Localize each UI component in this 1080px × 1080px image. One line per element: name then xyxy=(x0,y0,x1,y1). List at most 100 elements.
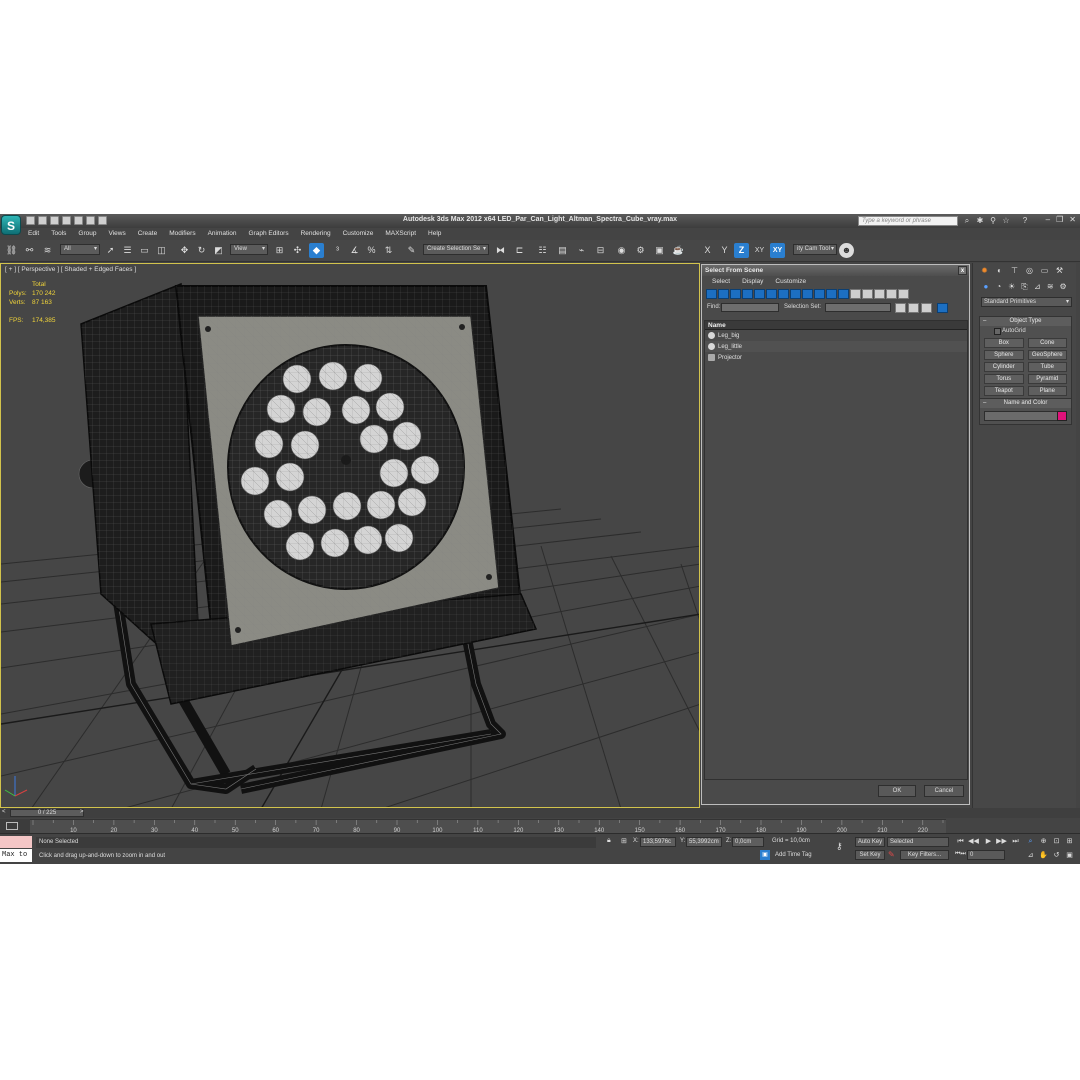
field-of-view-icon[interactable]: ⊿ xyxy=(1025,851,1036,861)
material-editor-icon[interactable]: ◉ xyxy=(614,243,629,258)
auto-key-button[interactable]: Auto Key xyxy=(855,837,885,847)
systems-category-icon[interactable]: ⚙ xyxy=(1058,281,1068,292)
select-all-icon[interactable] xyxy=(850,289,861,299)
list-item[interactable]: Projector xyxy=(705,352,967,363)
filter-options-icon[interactable] xyxy=(898,289,909,299)
sync-selection-icon[interactable] xyxy=(937,303,948,313)
window-crossing-icon[interactable]: ◫ xyxy=(154,243,169,258)
find-input[interactable] xyxy=(721,303,779,312)
time-slider-prev-icon[interactable]: < xyxy=(2,809,6,815)
current-frame-field[interactable]: 0 xyxy=(967,850,1005,860)
modify-tab-icon[interactable]: ◐ xyxy=(994,265,1005,276)
sphere-button[interactable]: Sphere xyxy=(984,350,1024,360)
select-none-icon[interactable] xyxy=(862,289,873,299)
display-hidden-icon[interactable] xyxy=(838,289,849,299)
time-slider-next-icon[interactable]: > xyxy=(80,809,84,815)
selection-set-options-icon[interactable] xyxy=(921,303,932,313)
next-frame-icon[interactable]: ▶▶ xyxy=(996,837,1007,847)
display-cameras-icon[interactable] xyxy=(742,289,753,299)
set-key-button[interactable]: Set Key xyxy=(855,850,885,860)
list-item[interactable]: Leg_little xyxy=(705,341,967,352)
snaps-toggle-icon[interactable]: ³ xyxy=(330,243,345,258)
link-icon[interactable]: ⛓ xyxy=(4,243,19,258)
teapot-button[interactable]: Teapot xyxy=(984,386,1024,396)
object-color-swatch[interactable] xyxy=(1057,411,1067,421)
select-invert-icon[interactable] xyxy=(874,289,885,299)
space-warps-category-icon[interactable]: ≋ xyxy=(1045,281,1055,292)
name-and-color-rollout-header[interactable]: Name and Color xyxy=(980,399,1071,408)
display-containers-icon[interactable] xyxy=(814,289,825,299)
menu-rendering[interactable]: Rendering xyxy=(295,228,337,240)
cam-tool-button[interactable]: ity Cam Tool xyxy=(793,244,837,255)
pivot-center-icon[interactable]: ⊞ xyxy=(272,243,287,258)
geosphere-button[interactable]: GeoSphere xyxy=(1027,350,1067,360)
previous-frame-icon[interactable]: ◀◀ xyxy=(968,837,979,847)
motion-tab-icon[interactable]: ◎ xyxy=(1024,265,1035,276)
display-xrefs-icon[interactable] xyxy=(790,289,801,299)
object-name-field[interactable] xyxy=(984,411,1067,421)
render-setup-icon[interactable]: ⚙ xyxy=(633,243,648,258)
dialog-menu-customize[interactable]: Customize xyxy=(775,276,806,287)
menu-graph-editors[interactable]: Graph Editors xyxy=(243,228,295,240)
menu-views[interactable]: Views xyxy=(102,228,131,240)
display-tab-icon[interactable]: ▭ xyxy=(1039,265,1050,276)
close-icon[interactable]: ✕ xyxy=(1069,215,1076,224)
box-button[interactable]: Box xyxy=(984,338,1024,348)
hierarchy-tab-icon[interactable]: ⊤ xyxy=(1009,265,1020,276)
dialog-menu-display[interactable]: Display xyxy=(742,276,763,287)
menu-create[interactable]: Create xyxy=(132,228,164,240)
binoculars-icon[interactable]: ⌕ xyxy=(962,216,972,226)
mini-curve-toggle[interactable] xyxy=(0,819,30,833)
ok-button[interactable]: OK xyxy=(878,785,916,797)
spinner-snap-icon[interactable]: ⇅ xyxy=(381,243,396,258)
zoom-extents-icon[interactable]: ⊡ xyxy=(1051,837,1062,847)
menu-maxscript[interactable]: MAXScript xyxy=(379,228,422,240)
dialog-close-button[interactable]: x xyxy=(958,266,967,275)
rotate-icon[interactable]: ↻ xyxy=(194,243,209,258)
edit-named-selection-icon[interactable]: ✎ xyxy=(404,243,419,258)
menu-animation[interactable]: Animation xyxy=(202,228,243,240)
cancel-button[interactable]: Cancel xyxy=(924,785,964,797)
menu-customize[interactable]: Customize xyxy=(337,228,380,240)
zoom-all-icon[interactable]: ⊕ xyxy=(1038,837,1049,847)
display-groups-icon[interactable] xyxy=(778,289,789,299)
angle-snap-icon[interactable]: ∡ xyxy=(347,243,362,258)
tube-button[interactable]: Tube xyxy=(1027,362,1067,372)
geometry-category-icon[interactable]: ● xyxy=(981,281,991,292)
object-type-rollout-header[interactable]: Object Type xyxy=(980,317,1071,326)
utilities-tab-icon[interactable]: ⚒ xyxy=(1054,265,1065,276)
mirror-icon[interactable]: ⧓ xyxy=(493,243,508,258)
list-header-name[interactable]: Name xyxy=(705,321,967,330)
pan-view-icon[interactable]: ✋ xyxy=(1038,851,1049,861)
dialog-title-bar[interactable]: Select From Scene x xyxy=(702,265,969,276)
axis-constraint-xy-active[interactable]: XY xyxy=(770,243,785,258)
favorites-star-icon[interactable]: ☆ xyxy=(1001,216,1011,226)
shapes-category-icon[interactable]: ◔ xyxy=(994,281,1004,292)
pyramid-button[interactable]: Pyramid xyxy=(1027,374,1067,384)
key-filter-pencil-icon[interactable]: ✎ xyxy=(888,850,895,859)
selection-set-add-icon[interactable] xyxy=(895,303,906,313)
orbit-icon[interactable]: ↺ xyxy=(1051,851,1062,861)
axis-constraint-y[interactable]: Y xyxy=(717,243,732,258)
vray-logo-icon[interactable]: ☻ xyxy=(839,243,854,258)
key-mode-toggle-icon[interactable]: ⏮⏭ xyxy=(955,851,966,858)
selection-set-remove-icon[interactable] xyxy=(908,303,919,313)
zoom-extents-all-icon[interactable]: ⊞ xyxy=(1064,837,1075,847)
bind-space-warp-icon[interactable]: ≋ xyxy=(40,243,55,258)
menu-modifiers[interactable]: Modifiers xyxy=(163,228,201,240)
lights-category-icon[interactable]: ☀ xyxy=(1007,281,1017,292)
menu-edit[interactable]: Edit xyxy=(22,228,45,240)
display-bones-icon[interactable] xyxy=(802,289,813,299)
display-helpers-icon[interactable] xyxy=(754,289,765,299)
render-production-icon[interactable]: ☕ xyxy=(671,243,686,258)
maxscript-mini-listener[interactable]: Max to xyxy=(0,849,32,862)
dialog-menu-select[interactable]: Select xyxy=(712,276,730,287)
key-icon[interactable]: ⚷ xyxy=(836,841,843,852)
cylinder-button[interactable]: Cylinder xyxy=(984,362,1024,372)
display-frozen-icon[interactable] xyxy=(826,289,837,299)
align-icon[interactable]: ⊏ xyxy=(512,243,527,258)
torus-button[interactable]: Torus xyxy=(984,374,1024,384)
absolute-mode-icon[interactable]: ⊞ xyxy=(621,837,627,845)
lock-selection-icon[interactable]: 🔒︎ xyxy=(607,837,611,845)
reference-coordinate-dropdown[interactable]: View xyxy=(230,244,268,255)
